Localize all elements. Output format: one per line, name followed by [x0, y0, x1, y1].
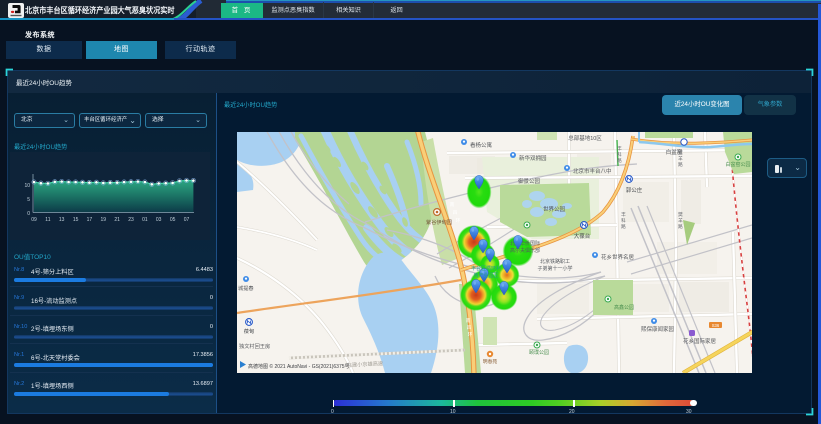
- svg-text:羊: 羊: [678, 217, 683, 224]
- svg-text:南: 南: [450, 201, 455, 208]
- svg-text:葆甸: 葆甸: [244, 327, 254, 335]
- svg-text:13: 13: [59, 217, 65, 223]
- svg-text:03: 03: [156, 217, 162, 223]
- svg-text:路: 路: [678, 161, 683, 168]
- svg-text:丰: 丰: [617, 145, 622, 152]
- svg-text:大葆台: 大葆台: [574, 232, 591, 240]
- svg-text:15: 15: [73, 217, 79, 223]
- svg-text:南: 南: [466, 317, 471, 323]
- svg-text:路: 路: [617, 157, 622, 164]
- svg-text:北京市丰台八中: 北京市丰台八中: [573, 167, 612, 175]
- svg-text:世界公园: 世界公园: [543, 205, 566, 213]
- svg-text:新华双拥园: 新华双拥园: [519, 154, 547, 162]
- svg-text:5: 5: [27, 197, 30, 203]
- svg-text:科: 科: [617, 151, 622, 158]
- svg-text:北京铁路职工: 北京铁路职工: [540, 258, 570, 265]
- svg-text:四: 四: [467, 325, 472, 330]
- svg-text:高鑫公园: 高鑫公园: [614, 304, 634, 311]
- svg-text:花乡世界名居: 花乡世界名居: [601, 253, 635, 261]
- svg-text:高德地图 © 2021 AutoNavi - GS(2021: 高德地图 © 2021 AutoNavi - GS(2021)6375号: [248, 363, 350, 370]
- svg-text:独文村回王房: 独文村回王房: [239, 342, 270, 350]
- svg-text:科: 科: [621, 217, 626, 224]
- svg-text:子弟第十一小学: 子弟第十一小学: [537, 265, 572, 272]
- svg-text:紫谷伊甸园: 紫谷伊甸园: [426, 218, 452, 226]
- svg-text:城提春: 城提春: [238, 284, 254, 292]
- svg-text:19: 19: [101, 217, 107, 223]
- svg-text:花乡国际家居: 花乡国际家居: [683, 337, 717, 345]
- svg-text:11: 11: [45, 217, 50, 223]
- svg-text:01: 01: [142, 217, 148, 223]
- svg-text:路: 路: [678, 223, 683, 230]
- svg-text:17: 17: [87, 217, 93, 223]
- svg-text:明春苑: 明春苑: [483, 358, 498, 365]
- svg-text:0: 0: [27, 211, 30, 217]
- svg-text:09: 09: [31, 217, 37, 223]
- svg-text:07: 07: [184, 217, 190, 223]
- svg-text:10: 10: [24, 183, 30, 189]
- svg-text:羊: 羊: [678, 155, 683, 162]
- svg-text:环: 环: [456, 218, 461, 224]
- svg-text:樊: 樊: [678, 211, 683, 218]
- svg-text:樊: 樊: [678, 149, 683, 156]
- svg-text:总部基地10区: 总部基地10区: [568, 134, 602, 142]
- svg-text:05: 05: [170, 217, 176, 223]
- svg-text:熙保康闻家园: 熙保康闻家园: [641, 325, 675, 333]
- svg-text:看杨公寓: 看杨公寓: [470, 141, 493, 149]
- svg-text:丰台区循环利: 丰台区循环利: [471, 265, 501, 272]
- svg-text:颐璞公园: 颐璞公园: [529, 349, 549, 356]
- svg-text:路: 路: [621, 223, 626, 230]
- svg-text:用产业园区: 用产业园区: [473, 272, 498, 279]
- svg-text:丰: 丰: [621, 211, 626, 218]
- svg-text:S36: S36: [712, 323, 720, 328]
- svg-text:高尔夫俱乐部: 高尔夫俱乐部: [510, 247, 540, 254]
- svg-text:郭公庄: 郭公庄: [626, 186, 643, 194]
- svg-text:御景公园: 御景公园: [518, 177, 541, 185]
- svg-text:白盆窑公园: 白盆窑公园: [725, 161, 750, 168]
- svg-text:21: 21: [114, 217, 120, 223]
- svg-text:四: 四: [453, 210, 458, 216]
- svg-text:23: 23: [128, 217, 134, 223]
